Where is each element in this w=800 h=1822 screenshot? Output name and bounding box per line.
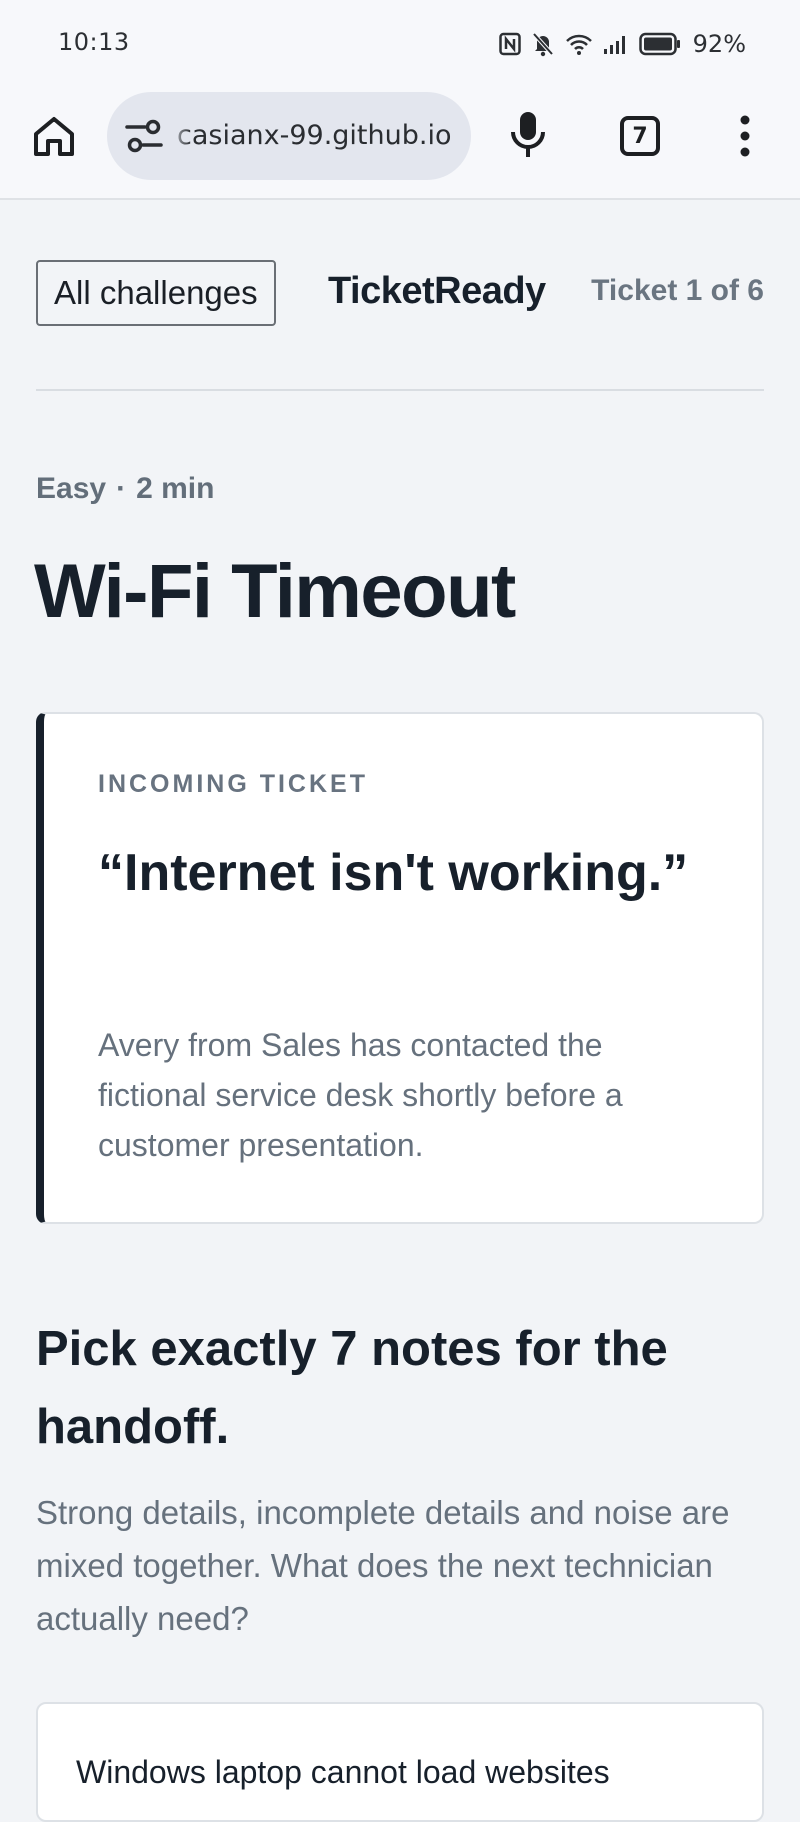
ticket-label: INCOMING TICKET (98, 770, 368, 798)
ticket-description: Avery from Sales has contacted the ficti… (98, 1027, 623, 1163)
more-vert-icon (732, 115, 758, 162)
prompt-heading: Pick exactly 7 notes for the handoff. (36, 1322, 668, 1454)
voice-search-button[interactable] (508, 110, 548, 160)
top-nav: All challenges TicketReady Ticket 1 of 6 (36, 260, 764, 326)
microphone-icon (508, 112, 548, 164)
status-icons: 92% (498, 28, 746, 60)
prompt-description: Strong details, incomplete details and n… (36, 1494, 730, 1637)
home-icon (30, 117, 78, 164)
status-bar: 10:13 92% (0, 0, 800, 88)
status-time: 10:13 (58, 28, 130, 56)
browser-toolbar: casianx-99.github.io 7 (0, 88, 800, 200)
wifi-icon (565, 32, 593, 56)
battery-percent: 92% (692, 30, 746, 58)
site-settings-icon[interactable] (125, 118, 163, 154)
all-challenges-button[interactable]: All challenges (36, 260, 276, 326)
page-content: All challenges TicketReady Ticket 1 of 6… (0, 200, 800, 1822)
brand-name: TicketReady (328, 270, 546, 312)
battery-icon (638, 32, 681, 56)
cell-signal-icon (603, 32, 629, 56)
note-text: Windows laptop cannot load websites (76, 1754, 610, 1790)
challenge-meta: Easy · 2 min (36, 472, 214, 506)
divider (36, 389, 764, 391)
ticket-card: INCOMING TICKET “Internet isn't working.… (36, 712, 764, 1224)
nfc-icon (498, 32, 521, 56)
tab-switcher-icon: 7 (632, 123, 648, 149)
ticket-quote: “Internet isn't working.” (98, 844, 689, 902)
more-menu-button[interactable] (732, 114, 758, 158)
difficulty: Easy (36, 472, 107, 505)
meta-separator: · (116, 472, 127, 505)
duration: 2 min (136, 472, 215, 505)
home-button[interactable] (30, 112, 78, 160)
url-text: casianx-99.github.io (177, 120, 452, 151)
page-title: Wi-Fi Timeout (34, 549, 516, 634)
bell-muted-icon (531, 31, 555, 57)
tab-switcher-button[interactable]: 7 (620, 116, 660, 156)
ticket-progress: Ticket 1 of 6 (591, 274, 764, 307)
address-bar[interactable]: casianx-99.github.io (107, 92, 471, 180)
url-fade (167, 92, 191, 180)
note-option[interactable]: Windows laptop cannot load websites (36, 1702, 764, 1822)
